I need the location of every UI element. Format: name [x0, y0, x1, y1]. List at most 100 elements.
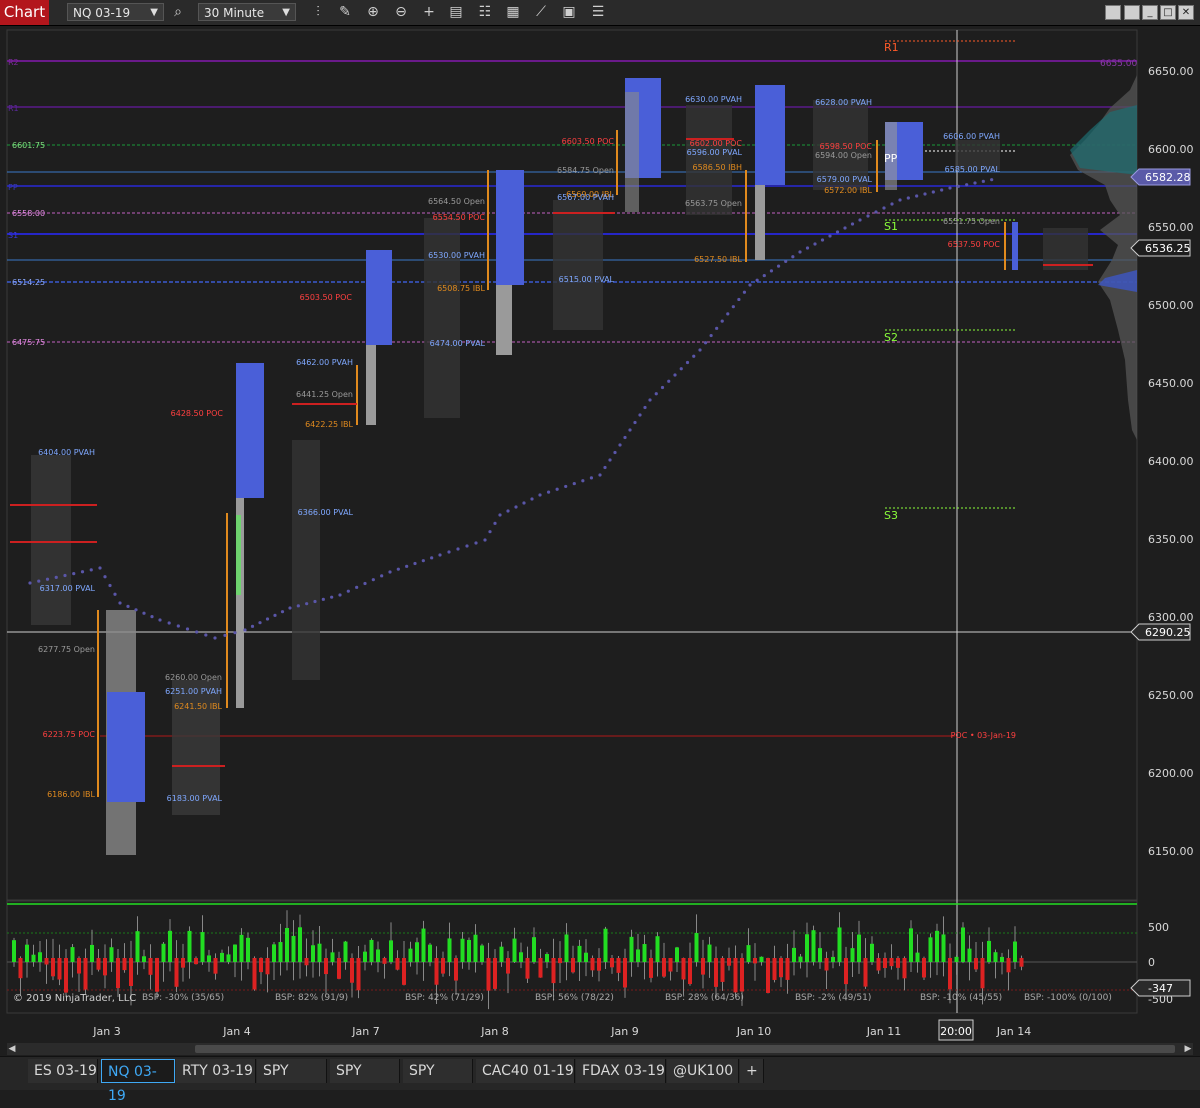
time-tick: Jan 4: [222, 1025, 250, 1038]
tab-spy-1[interactable]: SPY: [257, 1059, 327, 1083]
profile-jan14-overnight: [1043, 228, 1088, 270]
instrument-selector[interactable]: NQ 03-19 ▼: [67, 3, 164, 21]
properties-icon[interactable]: ☷: [475, 3, 495, 22]
scroll-left-icon[interactable]: ◀: [7, 1043, 17, 1055]
tab-spy-2[interactable]: SPY: [330, 1059, 400, 1083]
indicator-current-label: -347: [1148, 982, 1173, 995]
tab-cac40[interactable]: CAC40 01-19: [476, 1059, 575, 1083]
delta-bar: [675, 947, 679, 962]
tab-es[interactable]: ES 03-19: [28, 1059, 98, 1083]
vwap-dot: [703, 341, 708, 345]
delta-bar: [512, 938, 517, 962]
chart-canvas[interactable]: 6404.00 PVAH 6317.00 PVAL 6277.75 Open 6223…: [0, 26, 1200, 1043]
zoom-in-icon[interactable]: ⊕: [363, 3, 383, 22]
vwap-dot: [858, 218, 862, 222]
vwap-dot: [948, 186, 952, 190]
delta-bar: [343, 941, 348, 962]
search-icon[interactable]: ⌕: [168, 3, 188, 22]
profile-label: 6572.00 IBL: [824, 186, 872, 195]
vwap-dot: [63, 573, 67, 578]
crosshair-price-marker: 6290.25: [1130, 623, 1191, 641]
chart-title-tab[interactable]: Chart: [0, 0, 49, 25]
close-icon[interactable]: ✕: [1178, 5, 1194, 20]
delta-bar: [499, 946, 504, 962]
profile-label: 6508.75 IBL: [437, 284, 485, 293]
delta-bar: [90, 944, 94, 962]
time-tick: Jan 11: [866, 1025, 901, 1038]
delta-bar: [454, 958, 458, 981]
minimize-icon[interactable]: _: [1142, 5, 1158, 20]
chart-trader-icon[interactable]: ⟋: [531, 3, 551, 22]
zoom-out-icon[interactable]: ⊖: [391, 3, 411, 22]
delta-bar: [545, 954, 549, 962]
scroll-thumb[interactable]: [195, 1045, 1175, 1053]
profile-label: 6596.00 PVAL: [687, 148, 743, 157]
profile-label: 6474.00 PVAL: [430, 339, 486, 348]
restore-icon[interactable]: [1105, 5, 1121, 20]
tile-icon[interactable]: [1124, 5, 1140, 20]
delta-bar: [350, 958, 354, 983]
horizontal-scrollbar[interactable]: ◀ ▶: [7, 1043, 1193, 1055]
profile-label: 6537.50 POC: [948, 240, 1001, 249]
vwap-dot: [546, 490, 551, 494]
delta-bar: [720, 958, 725, 982]
vwap-dot: [737, 297, 741, 302]
vwap-dot: [118, 601, 122, 605]
delta-bar: [967, 948, 972, 962]
delta-bar: [629, 936, 634, 962]
draw-pencil-icon[interactable]: ✎: [335, 3, 355, 22]
delta-bar: [337, 958, 341, 979]
profile-jan8-overnight: [553, 200, 603, 330]
maximize-icon[interactable]: □: [1160, 5, 1176, 20]
profile-jan7-overnight: [424, 218, 460, 418]
tab-spy-3[interactable]: SPY: [403, 1059, 473, 1083]
vwap-dot: [447, 550, 451, 554]
bsp-label: BSP: 56% (78/22): [535, 993, 614, 1003]
vwap-dot: [769, 269, 774, 273]
vwap-dot: [28, 581, 32, 585]
tab-uk100[interactable]: @UK100: [667, 1059, 739, 1083]
delta-bar: [811, 930, 816, 962]
delta-bar: [506, 958, 510, 974]
delta-bar: [688, 958, 692, 985]
price-tick: 6400.00: [1148, 455, 1194, 468]
data-box-icon[interactable]: ▤: [446, 3, 466, 22]
vwap-dot: [380, 574, 384, 578]
faint-label-s1: S1: [8, 231, 18, 240]
crosshair-icon[interactable]: +: [419, 3, 439, 22]
snapshot-icon[interactable]: ▣: [559, 3, 579, 22]
vwap-dot: [623, 435, 627, 440]
indicator-tick: 500: [1148, 921, 1169, 934]
tab-rty[interactable]: RTY 03-19: [176, 1059, 256, 1083]
tab-fdax[interactable]: FDAX 03-19: [576, 1059, 666, 1083]
price-tick: 6600.00: [1148, 143, 1194, 156]
vwap-dot: [685, 360, 690, 365]
delta-bar: [896, 958, 900, 968]
left-label-6601: 6601.75: [12, 141, 45, 150]
strategy-icon[interactable]: ▦: [503, 3, 523, 22]
interval-selector[interactable]: 30 Minute ▼: [198, 3, 296, 21]
last-price-marker: 6582.28: [1130, 168, 1191, 186]
scroll-right-icon[interactable]: ▶: [1183, 1043, 1193, 1055]
pivot-label-r1: R1: [884, 41, 899, 54]
vwap-dot: [405, 564, 409, 568]
price-tick: 6550.00: [1148, 221, 1194, 234]
vwap-dot: [438, 553, 442, 557]
vwap-dot: [598, 473, 602, 477]
profile-jan9-gray: [625, 92, 639, 212]
delta-bar: [83, 958, 88, 990]
time-tick: Jan 10: [736, 1025, 771, 1038]
bar-type-icon[interactable]: ⫶: [308, 3, 328, 22]
vwap-dot: [915, 194, 919, 198]
vwap-dot: [288, 606, 292, 610]
delta-bar: [376, 949, 380, 962]
menu-icon[interactable]: ☰: [588, 3, 608, 22]
vwap-dot: [346, 589, 350, 593]
delta-bar: [558, 958, 562, 964]
vwap-dot: [474, 541, 478, 545]
tab-nq[interactable]: NQ 03-19: [101, 1059, 175, 1104]
add-tab-button[interactable]: +: [740, 1059, 764, 1083]
vwap-dot: [113, 592, 117, 596]
vwap-dot: [243, 628, 247, 632]
profile-label: 6317.00 PVAL: [40, 584, 96, 593]
